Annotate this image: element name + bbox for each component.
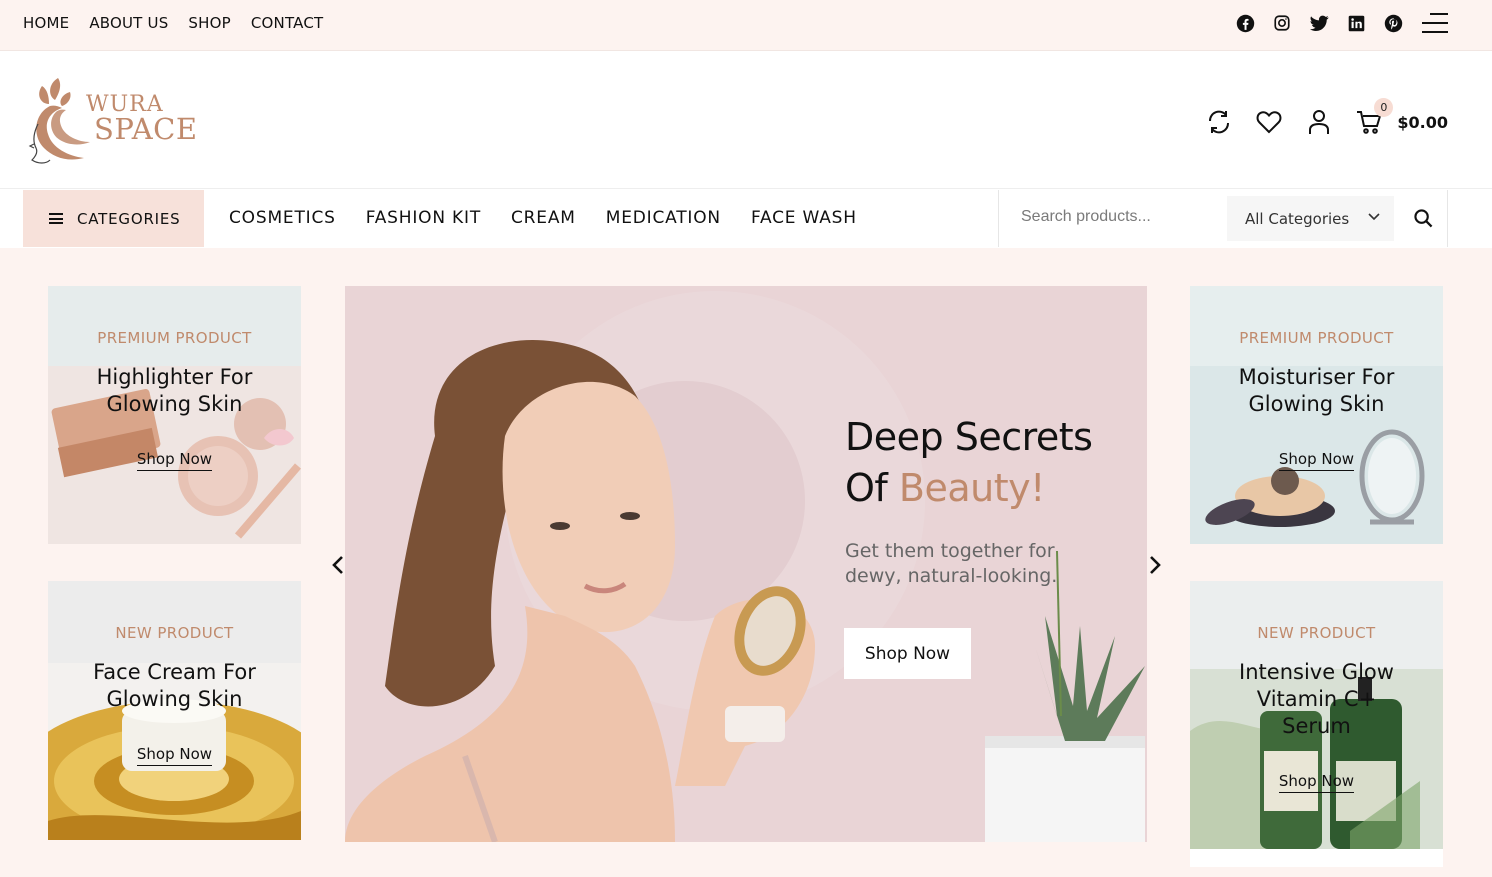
product-search: All Categories — [998, 190, 1448, 247]
card-title: Face Cream For Glowing Skin — [48, 659, 301, 713]
promo-card-face-cream[interactable]: NEW PRODUCT Face Cream For Glowing Skin … — [48, 581, 301, 840]
hero-headline-line: Of — [845, 466, 899, 510]
nav-fashion-kit[interactable]: FASHION KIT — [366, 208, 481, 228]
slider-prev-arrow[interactable] — [328, 553, 348, 577]
card-title: Moisturiser For Glowing Skin — [1190, 364, 1443, 418]
account-icon[interactable] — [1305, 108, 1333, 136]
pinterest-icon[interactable] — [1383, 13, 1403, 33]
logo-text-space: SPACE — [94, 112, 198, 146]
card-title-line: Intensive Glow — [1239, 660, 1394, 684]
hero-banner: Deep Secrets Of Beauty! Get them togethe… — [345, 286, 1147, 842]
chevron-left-icon — [332, 556, 343, 574]
cart-icon[interactable]: 0 — [1355, 98, 1394, 136]
card-tag: PREMIUM PRODUCT — [1239, 329, 1394, 347]
logo-mark-icon — [28, 78, 90, 164]
chevron-down-icon — [1368, 213, 1380, 221]
shop-now-label: Shop Now — [136, 450, 213, 471]
linkedin-icon[interactable] — [1346, 13, 1366, 33]
facebook-icon[interactable] — [1235, 13, 1255, 33]
card-title: Highlighter For Glowing Skin — [48, 364, 301, 418]
site-header: WURA SPACE 0 $0.00 — [0, 52, 1492, 189]
hero-headline-line: Deep Secrets — [845, 415, 1093, 459]
category-select[interactable]: All Categories — [1227, 196, 1394, 241]
shop-now-label: Shop Now — [136, 745, 213, 766]
menu-toggle-icon[interactable] — [1422, 13, 1448, 33]
card-tag: NEW PRODUCT — [115, 624, 234, 642]
chevron-right-icon — [1150, 556, 1161, 574]
social-links — [1235, 13, 1448, 33]
card-shop-link[interactable]: Shop Now — [48, 450, 301, 471]
top-nav: HOME ABOUT US SHOP CONTACT — [23, 14, 323, 32]
hero-shop-now-button[interactable]: Shop Now — [844, 628, 971, 679]
categories-button[interactable]: CATEGORIES — [23, 190, 204, 247]
top-nav-home[interactable]: HOME — [23, 14, 69, 32]
promo-card-highlighter[interactable]: PREMIUM PRODUCT Highlighter For Glowing … — [48, 286, 301, 544]
card-title-line: Moisturiser For — [1238, 365, 1395, 389]
search-icon[interactable] — [1414, 209, 1433, 228]
nav-face-wash[interactable]: FACE WASH — [751, 208, 857, 228]
categories-menu-icon — [49, 213, 63, 224]
card-title-line: Glowing Skin — [106, 687, 243, 711]
card-title-line: Glowing Skin — [106, 392, 243, 416]
shop-now-label: Shop Now — [1278, 772, 1355, 793]
card-title-line: Serum — [1282, 714, 1351, 738]
instagram-icon[interactable] — [1272, 13, 1292, 33]
promo-card-moisturiser[interactable]: PREMIUM PRODUCT Moisturiser For Glowing … — [1190, 286, 1443, 544]
promo-card-vitamin-serum[interactable]: NEW PRODUCT Intensive Glow Vitamin C+ Se… — [1190, 581, 1443, 867]
compare-icon[interactable] — [1205, 108, 1233, 136]
card-shop-link[interactable]: Shop Now — [48, 745, 301, 766]
hero-headline: Deep Secrets Of Beauty! — [845, 412, 1093, 514]
top-nav-contact[interactable]: CONTACT — [251, 14, 324, 32]
card-title: Intensive Glow Vitamin C+ Serum — [1190, 659, 1443, 740]
top-bar: HOME ABOUT US SHOP CONTACT — [0, 0, 1492, 51]
cart-count-badge: 0 — [1374, 98, 1394, 117]
card-shop-link[interactable]: Shop Now — [1190, 450, 1443, 471]
nav-cream[interactable]: CREAM — [511, 208, 576, 228]
top-nav-about[interactable]: ABOUT US — [89, 14, 168, 32]
hero-section: PREMIUM PRODUCT Highlighter For Glowing … — [0, 248, 1492, 877]
category-select-value: All Categories — [1245, 209, 1350, 228]
card-title-line: Vitamin C+ — [1256, 687, 1377, 711]
shop-now-label: Shop Now — [1278, 450, 1355, 471]
nav-cosmetics[interactable]: COSMETICS — [229, 208, 336, 228]
card-shop-link[interactable]: Shop Now — [1190, 772, 1443, 793]
search-input[interactable] — [1021, 208, 1221, 226]
card-title-line: Glowing Skin — [1248, 392, 1385, 416]
card-title-line: Face Cream For — [93, 660, 256, 684]
main-nav: COSMETICS FASHION KIT CREAM MEDICATION F… — [229, 208, 857, 228]
top-nav-shop[interactable]: SHOP — [188, 14, 230, 32]
wishlist-icon[interactable] — [1255, 108, 1283, 136]
nav-medication[interactable]: MEDICATION — [606, 208, 721, 228]
cart-total[interactable]: $0.00 — [1397, 113, 1448, 132]
twitter-icon[interactable] — [1309, 13, 1329, 33]
categories-label: CATEGORIES — [77, 209, 181, 228]
hero-subtext: Get them together for dewy, natural-look… — [845, 540, 1058, 587]
card-title-line: Highlighter For — [96, 365, 253, 389]
card-tag: PREMIUM PRODUCT — [97, 329, 252, 347]
hero-headline-accent: Beauty! — [898, 466, 1045, 510]
header-actions: 0 $0.00 — [1205, 98, 1448, 136]
card-tag: NEW PRODUCT — [1257, 624, 1376, 642]
main-navbar: CATEGORIES COSMETICS FASHION KIT CREAM M… — [0, 189, 1492, 248]
slider-next-arrow[interactable] — [1145, 553, 1165, 577]
site-logo[interactable]: WURA SPACE — [28, 74, 198, 166]
